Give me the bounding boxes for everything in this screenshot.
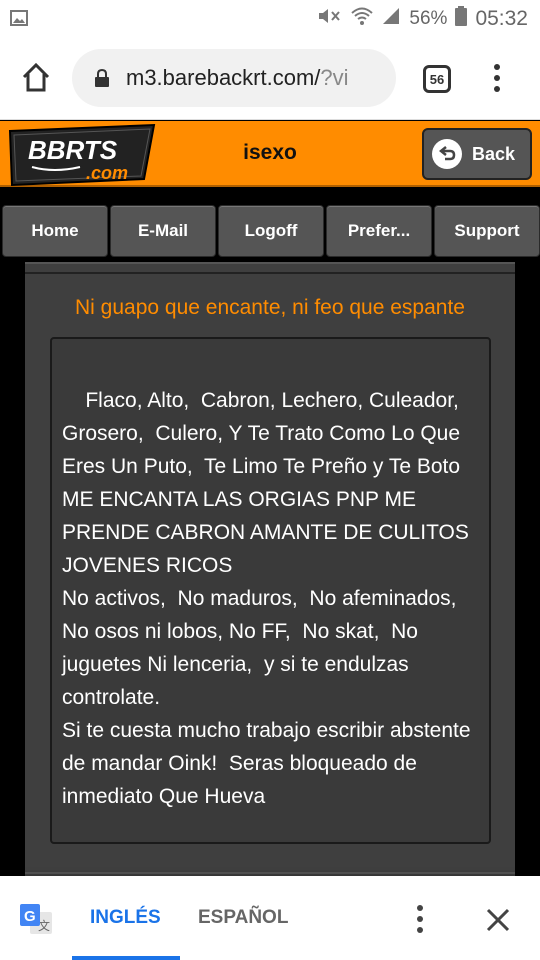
tab-lang-english[interactable]: INGLÉS (90, 907, 161, 929)
divider (25, 872, 515, 874)
main-nav: Home E-Mail Logoff Prefer... Support (0, 205, 540, 257)
tab-lang-spanish[interactable]: ESPAÑOL (198, 907, 288, 929)
resize-handle-icon[interactable] (477, 830, 487, 840)
nav-email[interactable]: E-Mail (110, 205, 216, 257)
wifi-icon (351, 6, 374, 32)
translate-bar: 文 G INGLÉS ESPAÑOL (0, 876, 540, 960)
profile-text: Flaco, Alto, Cabron, Lechero, Culeador, … (62, 389, 471, 808)
google-translate-icon: 文 G (18, 902, 54, 938)
profile-panel: Ni guapo que encante, ni feo que espante… (25, 262, 515, 882)
close-icon[interactable] (484, 906, 512, 934)
nav-support[interactable]: Support (434, 205, 540, 257)
signal-icon (381, 6, 401, 32)
lock-icon (94, 68, 110, 88)
more-menu-icon[interactable] (489, 64, 505, 94)
battery-icon (455, 6, 468, 32)
back-button[interactable]: Back (422, 128, 532, 180)
url-main: m3.barebackrt.com/ (126, 65, 321, 90)
logo-text-top: BBRTS (28, 135, 118, 165)
tab-switcher-button[interactable]: 56 (423, 65, 451, 93)
active-tab-indicator (72, 956, 180, 960)
clock: 05:32 (475, 7, 528, 30)
url-bar[interactable]: m3.barebackrt.com/?vi (72, 49, 396, 107)
site-logo[interactable]: BBRTS .com (4, 121, 158, 199)
image-icon (10, 9, 28, 33)
battery-percent: 56% (409, 8, 448, 29)
logo-text-bottom: .com (86, 163, 128, 183)
mute-icon (317, 6, 343, 32)
translate-menu-icon[interactable] (412, 905, 428, 935)
home-icon[interactable] (18, 60, 54, 96)
profile-headline: Ni guapo que encante, ni feo que espante (75, 296, 465, 319)
back-arrow-icon (432, 139, 462, 169)
nav-logoff[interactable]: Logoff (218, 205, 324, 257)
site-header: BBRTS .com isexo Back (0, 121, 540, 187)
divider (25, 272, 515, 274)
url-dim: ?vi (320, 65, 349, 90)
nav-home[interactable]: Home (2, 205, 108, 257)
status-bar: 56% 05:32 (0, 0, 540, 38)
browser-toolbar: m3.barebackrt.com/?vi 56 (0, 38, 540, 120)
svg-text:G: G (24, 908, 36, 925)
nav-preferences[interactable]: Prefer... (326, 205, 432, 257)
page-title: isexo (243, 141, 297, 164)
profile-description[interactable]: Flaco, Alto, Cabron, Lechero, Culeador, … (50, 337, 491, 844)
back-label: Back (472, 143, 516, 164)
url-text: m3.barebackrt.com/?vi (126, 65, 349, 91)
